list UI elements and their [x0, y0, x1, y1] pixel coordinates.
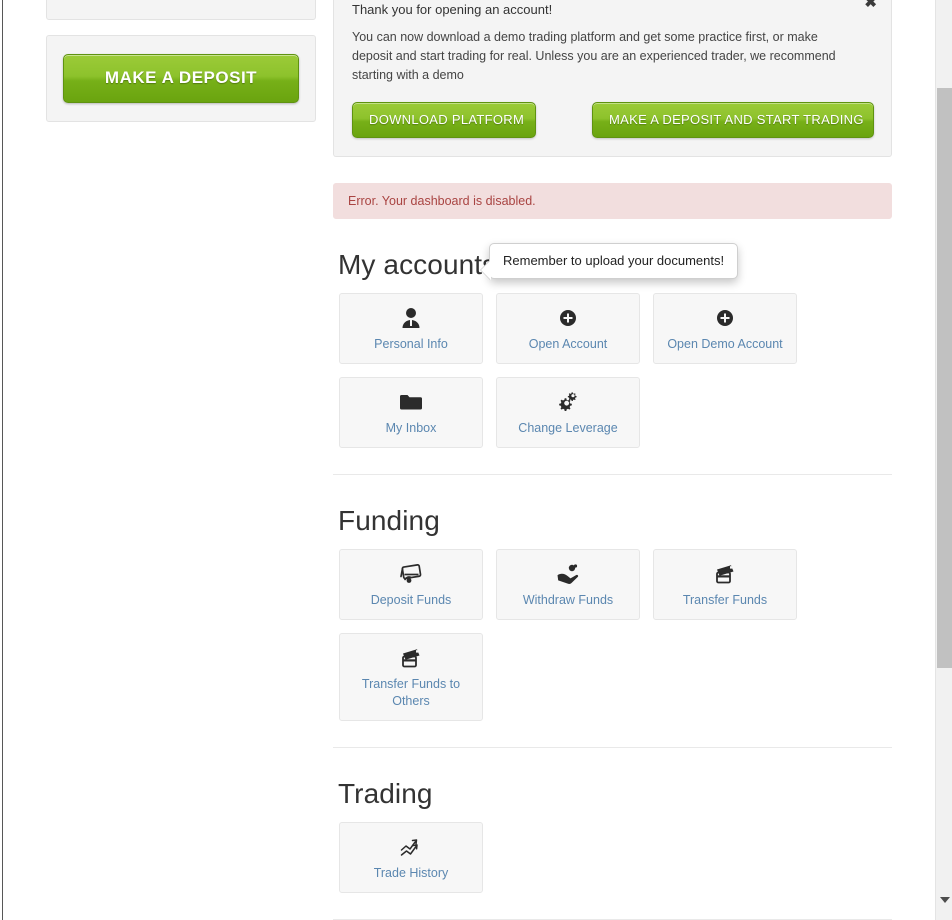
tile-trade-history[interactable]: Trade History	[339, 821, 483, 893]
tile-label: Change Leverage	[518, 420, 618, 435]
tile-label: Open Demo Account	[667, 336, 783, 351]
tile-change-leverage[interactable]: Change Leverage	[496, 376, 640, 448]
tile-transfer-funds[interactable]: Transfer Funds	[653, 548, 797, 620]
sidebar-panel-upper	[46, 0, 316, 20]
folder-icon	[399, 389, 423, 415]
tile-open-account[interactable]: Open Account	[496, 292, 640, 364]
upload-documents-tooltip: Remember to upload your documents!	[480, 243, 739, 280]
sidebar-panel-deposit: MAKE A DEPOSIT	[46, 35, 316, 122]
welcome-notice-panel: ✖ Thank you for opening an account! You …	[333, 0, 892, 157]
tile-label: Trade History	[373, 865, 449, 880]
tile-label: My Inbox	[385, 420, 437, 435]
section-title: Trading	[338, 777, 433, 809]
section-funding: Funding Deposit Funds Withdraw Funds Tra…	[333, 475, 892, 721]
make-a-deposit-button[interactable]: MAKE A DEPOSIT	[63, 54, 299, 103]
tile-label: Transfer Funds to Others	[361, 676, 461, 708]
tile-grid: Personal Info Open Account Open Demo Acc…	[333, 292, 892, 448]
tile-label: Deposit Funds	[370, 592, 452, 607]
vertical-scrollbar[interactable]	[935, 0, 952, 920]
download-platform-button[interactable]: DOWNLOAD PLATFORM	[352, 101, 536, 138]
cards-transfer-icon	[398, 645, 424, 671]
hand-coin-icon	[555, 561, 581, 587]
notice-actions: DOWNLOAD PLATFORM MAKE A DEPOSIT AND STA…	[352, 101, 874, 138]
tile-open-demo-account[interactable]: Open Demo Account	[653, 292, 797, 364]
tile-grid: Trade History	[333, 821, 892, 893]
dashboard-page: MAKE A DEPOSIT ✖ Thank you for opening a…	[0, 0, 952, 920]
section-title: Funding	[338, 504, 440, 536]
sidebar: MAKE A DEPOSIT	[46, 0, 316, 122]
tile-label: Personal Info	[374, 336, 448, 351]
notice-body: You can now download a demo trading plat…	[352, 29, 836, 83]
tile-deposit-funds[interactable]: Deposit Funds	[339, 548, 483, 620]
tile-transfer-funds-to-others[interactable]: Transfer Funds to Others	[339, 632, 483, 721]
main-content: ✖ Thank you for opening an account! You …	[333, 0, 892, 920]
tooltip-arrow-inner-icon	[481, 260, 491, 280]
cards-transfer-icon	[712, 561, 738, 587]
chevron-down-icon[interactable]	[940, 897, 950, 903]
section-trading: Trading Trade History	[333, 748, 892, 893]
gears-icon	[556, 389, 580, 415]
user-icon	[401, 305, 421, 331]
close-icon[interactable]: ✖	[864, 0, 877, 10]
tile-withdraw-funds[interactable]: Withdraw Funds	[496, 548, 640, 620]
tile-label: Transfer Funds	[682, 592, 768, 607]
tile-personal-info[interactable]: Personal Info	[339, 292, 483, 364]
error-alert: Error. Your dashboard is disabled.	[333, 182, 892, 219]
tile-label: Withdraw Funds	[522, 592, 614, 607]
tooltip-text: Remember to upload your documents!	[503, 253, 725, 268]
tile-my-inbox[interactable]: My Inbox	[339, 376, 483, 448]
user-plus-circle-icon	[714, 305, 736, 331]
make-deposit-start-trading-button[interactable]: MAKE A DEPOSIT AND START TRADING	[592, 101, 874, 138]
tile-grid: Deposit Funds Withdraw Funds Transfer Fu…	[333, 548, 892, 721]
user-plus-circle-icon	[557, 305, 579, 331]
notice-title: Thank you for opening an account!	[352, 2, 553, 17]
scroll-gutter	[917, 0, 935, 920]
card-hand-icon	[398, 561, 424, 587]
tile-label: Open Account	[528, 336, 608, 351]
line-chart-icon	[399, 834, 423, 860]
page-left-edge	[2, 0, 3, 920]
scrollbar-thumb[interactable]	[937, 88, 952, 668]
